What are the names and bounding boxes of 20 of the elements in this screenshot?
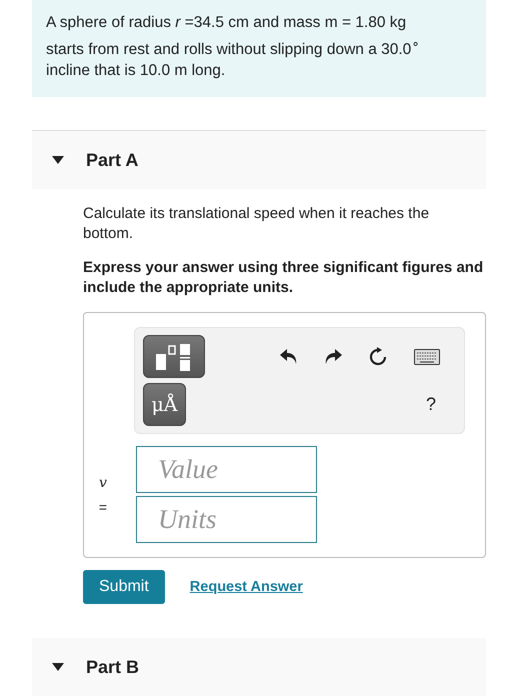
help-button[interactable]: ? — [426, 394, 436, 416]
units-field[interactable]: Units — [136, 496, 317, 544]
caret-icon[interactable] — [52, 663, 64, 672]
instruction-text: Express your answer using three significant figures and include the appropriate units. — [83, 258, 484, 298]
undo-icon[interactable] — [280, 348, 298, 365]
part-title[interactable]: Part A — [86, 150, 138, 171]
submit-button[interactable]: Submit — [83, 570, 165, 604]
variable-label: v — [99, 474, 107, 491]
template-button[interactable] — [143, 335, 205, 378]
problem-text: A sphere of radius r =34.5 cm and mass m = 1.80 kg starts from rest and rolls without slipping down a 30.0$^{∘}$ incline that is 10.0 m long. — [32, 0, 486, 98]
keyboard-icon[interactable] — [414, 348, 440, 365]
value-field[interactable]: Value — [136, 446, 317, 494]
question-text: Calculate its translational speed when it reaches the bottom. — [83, 204, 430, 244]
reset-icon[interactable] — [368, 346, 388, 367]
caret-icon[interactable] — [52, 156, 64, 164]
part-title[interactable]: Part B — [86, 656, 140, 678]
equals-sign: = — [98, 498, 108, 515]
request-answer-link[interactable]: Request Answer — [190, 579, 303, 596]
redo-icon[interactable] — [324, 348, 342, 365]
units-button[interactable]: μÅ — [143, 383, 186, 426]
